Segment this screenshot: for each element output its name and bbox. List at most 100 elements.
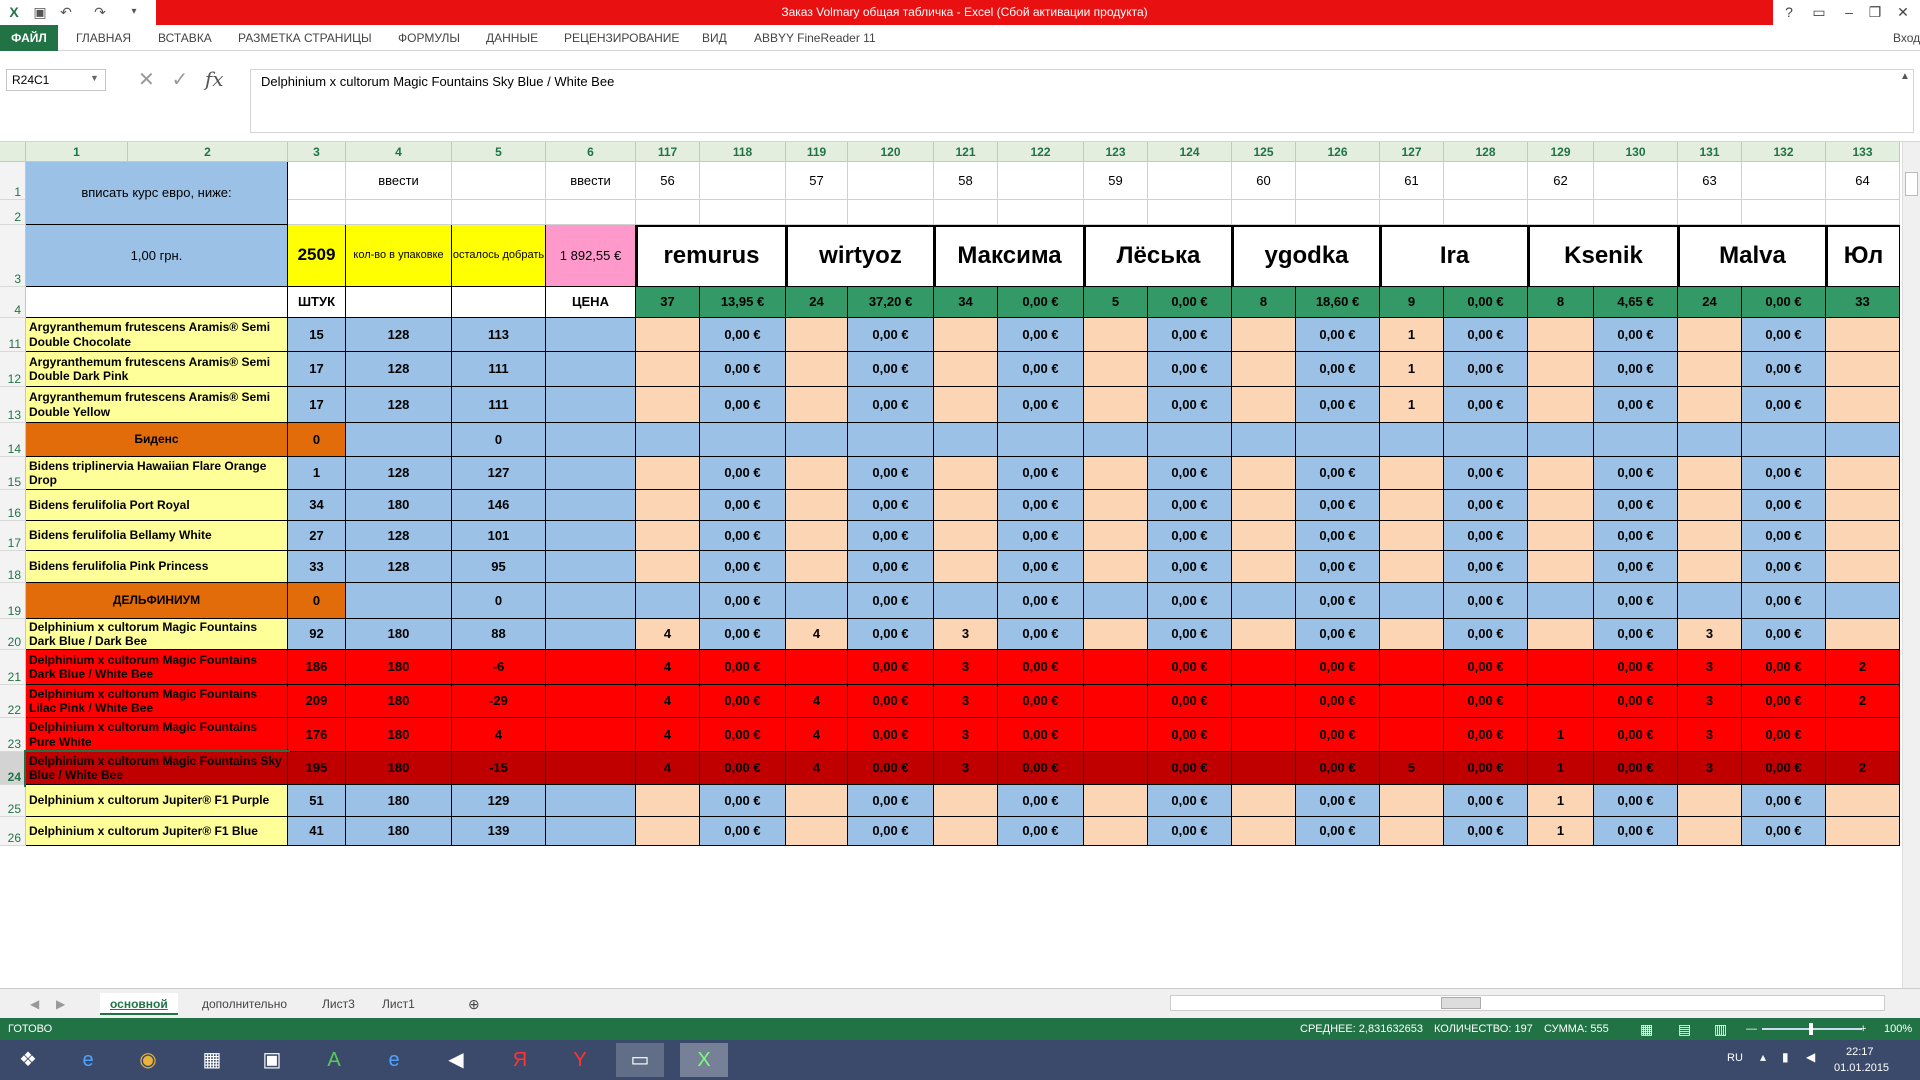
customer-qty-cell[interactable] — [1232, 650, 1296, 685]
remaining-cell[interactable]: 0 — [452, 423, 546, 457]
customer-qty-cell[interactable] — [1380, 521, 1444, 551]
customer-qty-cell[interactable] — [786, 785, 848, 817]
customer-qty-cell[interactable]: 3 — [934, 619, 998, 650]
customer-qty-cell[interactable] — [1084, 619, 1148, 650]
tab-review[interactable]: РЕЦЕНЗИРОВАНИЕ — [564, 25, 679, 51]
yandex-icon[interactable]: Я — [496, 1043, 544, 1077]
restore-icon[interactable]: ❐ — [1860, 0, 1890, 25]
customer-sum-cell[interactable]: 0,00 € — [848, 619, 934, 650]
customer-total-cell[interactable]: 0,00 € — [1444, 287, 1528, 318]
customer-sum-cell[interactable]: 0,00 € — [1444, 619, 1528, 650]
clock-time[interactable]: 22:17 — [1846, 1046, 1874, 1058]
customer-sum-cell[interactable]: 0,00 € — [1296, 387, 1380, 423]
ordered-qty-cell[interactable]: 17 — [288, 352, 346, 387]
remaining-cell[interactable]: -29 — [452, 685, 546, 718]
worksheet-grid[interactable]: 1 2 3 4 5 6 117 118 119 120 121 122 123 124 125 126 127 1… — [0, 142, 1920, 988]
pack-size-cell[interactable]: 180 — [346, 685, 452, 718]
customer-sum-cell[interactable]: 0,00 € — [1148, 521, 1232, 551]
empty-cell[interactable] — [1084, 200, 1148, 225]
header-cell[interactable]: 64 — [1826, 162, 1900, 200]
customer-sum-cell[interactable] — [1296, 423, 1380, 457]
row-header[interactable]: 26 — [0, 817, 26, 846]
customer-sum-cell[interactable]: 0,00 € — [1148, 752, 1232, 785]
sheet-tab-1[interactable]: Лист1 — [372, 993, 425, 1015]
pack-size-cell[interactable]: 128 — [346, 457, 452, 490]
customer-sum-cell[interactable]: 0,00 € — [1148, 457, 1232, 490]
normal-view-icon[interactable]: ▦ — [1640, 1018, 1653, 1040]
chrome-icon[interactable]: ◉ — [124, 1043, 172, 1077]
customer-qty-cell[interactable] — [1084, 318, 1148, 352]
customer-qty-cell[interactable] — [636, 352, 700, 387]
column-header[interactable]: 4 — [346, 142, 452, 162]
customer-total-cell[interactable]: 37,20 € — [848, 287, 934, 318]
explorer-icon[interactable]: ▭ — [616, 1043, 664, 1077]
customer-qty-cell[interactable]: 4 — [786, 619, 848, 650]
customer-total-cell[interactable]: 37 — [636, 287, 700, 318]
ordered-qty-cell[interactable]: 1 — [288, 457, 346, 490]
customer-sum-cell[interactable]: 0,00 € — [1742, 685, 1826, 718]
column-header[interactable]: 3 — [288, 142, 346, 162]
customer-qty-cell[interactable]: 3 — [1678, 718, 1742, 752]
customer-qty-cell[interactable] — [934, 785, 998, 817]
customer-total-cell[interactable]: 24 — [1678, 287, 1742, 318]
product-name-cell[interactable]: Delphinium x cultorum Magic Fountains Sk… — [24, 750, 290, 787]
customer-qty-cell[interactable] — [1826, 718, 1900, 752]
customer-qty-cell[interactable] — [1232, 318, 1296, 352]
customer-qty-cell[interactable] — [1678, 457, 1742, 490]
customer-qty-cell[interactable] — [1084, 521, 1148, 551]
customer-sum-cell[interactable]: 0,00 € — [1742, 352, 1826, 387]
customer-qty-cell[interactable] — [934, 583, 998, 619]
header-cell[interactable] — [1444, 162, 1528, 200]
customer-sum-cell[interactable]: 0,00 € — [1444, 583, 1528, 619]
remaining-cell[interactable]: 0 — [452, 583, 546, 619]
expand-formula-icon[interactable]: ▲ — [1900, 71, 1910, 82]
customer-qty-cell[interactable] — [1678, 817, 1742, 846]
customer-sum-cell[interactable]: 0,00 € — [848, 817, 934, 846]
empty-cell[interactable] — [934, 200, 998, 225]
column-header[interactable]: 133 — [1826, 142, 1900, 162]
customer-sum-cell[interactable]: 0,00 € — [1594, 583, 1678, 619]
customer-sum-cell[interactable]: 0,00 € — [700, 817, 786, 846]
product-name-cell[interactable]: Delphinium x cultorum Jupiter® F1 Blue — [26, 817, 288, 846]
empty-cell[interactable] — [546, 200, 636, 225]
customer-sum-cell[interactable]: 0,00 € — [998, 752, 1084, 785]
empty-cell[interactable] — [346, 200, 452, 225]
customer-sum-cell[interactable]: 0,00 € — [1742, 718, 1826, 752]
customer-name-cell[interactable]: Ira — [1380, 225, 1528, 287]
remaining-cell[interactable]: 139 — [452, 817, 546, 846]
ordered-qty-cell[interactable]: 41 — [288, 817, 346, 846]
pack-size-cell[interactable]: 180 — [346, 490, 452, 521]
header-cell[interactable]: 61 — [1380, 162, 1444, 200]
column-header[interactable]: 129 — [1528, 142, 1594, 162]
customer-qty-cell[interactable]: 1 — [1528, 752, 1594, 785]
empty-cell[interactable] — [1380, 200, 1444, 225]
pack-size-cell[interactable] — [346, 583, 452, 619]
speaker-app-icon[interactable]: ◀ — [432, 1043, 480, 1077]
tab-home[interactable]: ГЛАВНАЯ — [76, 25, 131, 51]
product-name-cell[interactable]: Bidens triplinervia Hawaiian Flare Orang… — [26, 457, 288, 490]
remaining-cell[interactable]: 146 — [452, 490, 546, 521]
customer-total-cell[interactable]: 33 — [1826, 287, 1900, 318]
customer-sum-cell[interactable]: 0,00 € — [1742, 619, 1826, 650]
zoom-in-icon[interactable]: + — [1860, 1018, 1866, 1040]
customer-name-cell[interactable]: ygodka — [1232, 225, 1380, 287]
customer-qty-cell[interactable]: 1 — [1380, 352, 1444, 387]
customer-sum-cell[interactable]: 0,00 € — [848, 521, 934, 551]
customer-name-cell[interactable]: remurus — [636, 225, 786, 287]
customer-qty-cell[interactable] — [1232, 490, 1296, 521]
sheet-tab-main[interactable]: основной — [100, 993, 178, 1015]
customer-sum-cell[interactable]: 0,00 € — [1296, 817, 1380, 846]
close-icon[interactable]: ✕ — [1888, 0, 1918, 25]
ordered-qty-cell[interactable]: 0 — [288, 423, 346, 457]
empty-cell[interactable] — [1594, 200, 1678, 225]
customer-sum-cell[interactable]: 0,00 € — [998, 352, 1084, 387]
customer-sum-cell[interactable]: 0,00 € — [1296, 785, 1380, 817]
empty-cell[interactable] — [346, 287, 452, 318]
row-header[interactable]: 21 — [0, 650, 26, 685]
vertical-scrollbar[interactable] — [1902, 142, 1920, 988]
column-header[interactable]: 123 — [1084, 142, 1148, 162]
page-layout-icon[interactable]: ▤ — [1678, 1018, 1691, 1040]
row-header[interactable]: 17 — [0, 521, 26, 551]
customer-qty-cell[interactable] — [934, 318, 998, 352]
customer-sum-cell[interactable]: 0,00 € — [1148, 318, 1232, 352]
